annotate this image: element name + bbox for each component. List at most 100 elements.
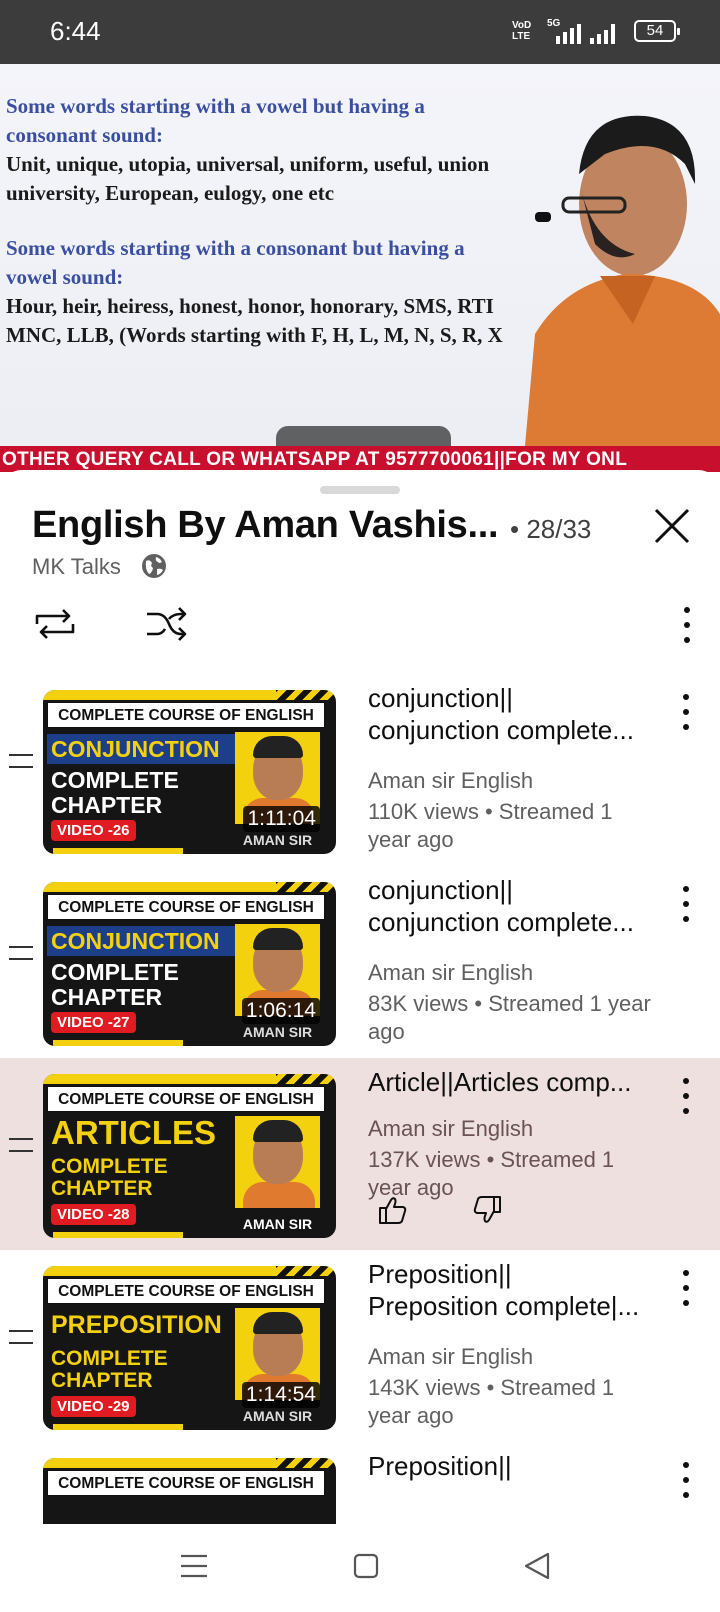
list-item[interactable]: COMPLETE COURSE OF ENGLISH CONJUNCTION C…: [0, 866, 720, 1058]
thumbnail-topic: CONJUNCTION: [47, 926, 237, 956]
video-thumbnail[interactable]: COMPLETE COURSE OF ENGLISH CONJUNCTION C…: [43, 690, 336, 854]
video-title-line: conjunction||: [368, 875, 514, 905]
video-channel: Aman sir English: [368, 1344, 534, 1369]
thumbnail-badge: VIDEO -27: [51, 1012, 136, 1033]
system-nav-bar: [0, 1524, 720, 1612]
video-thumbnail[interactable]: COMPLETE COURSE OF ENGLISH PREPOSITION C…: [43, 1266, 336, 1430]
list-item-current[interactable]: COMPLETE COURSE OF ENGLISH ARTICLES COMP…: [0, 1058, 720, 1250]
playlist-channel[interactable]: MK Talks: [32, 554, 121, 580]
video-meta: 110K views • Streamed 1 year ago: [368, 799, 613, 852]
video-title[interactable]: Preposition|| Preposition complete|...: [368, 1258, 660, 1322]
volte-indicator: VoD LTE: [512, 20, 531, 42]
video-title-line: conjunction complete...: [368, 907, 634, 937]
thumbnail-banner: COMPLETE COURSE OF ENGLISH: [47, 1086, 325, 1112]
playlist-title[interactable]: English By Aman Vashis...: [32, 504, 499, 547]
video-title[interactable]: conjunction|| conjunction complete...: [368, 682, 660, 746]
thumbnail-subtitle: COMPLETE CHAPTER: [51, 1347, 168, 1392]
thumbnail-banner: COMPLETE COURSE OF ENGLISH: [47, 702, 325, 728]
thumbnail-banner: COMPLETE COURSE OF ENGLISH: [47, 894, 325, 920]
video-channel: Aman sir English: [368, 960, 534, 985]
video-title-line: conjunction||: [368, 683, 514, 713]
volte-label: VoD: [512, 20, 532, 31]
list-item[interactable]: COMPLETE COURSE OF ENGLISH Preposition||: [0, 1442, 720, 1524]
thumbnail-badge: VIDEO -26: [51, 820, 136, 841]
signal-icon: [556, 22, 581, 44]
slide-text: Some words starting with a vowel but hav…: [6, 92, 489, 208]
video-meta: 83K views • Streamed 1 year ago: [368, 991, 651, 1044]
video-title-line: Preposition||: [368, 1451, 512, 1481]
lte-label: LTE: [512, 31, 531, 42]
thumbnail-badge: VIDEO -29: [51, 1396, 136, 1417]
video-title[interactable]: Article||Articles comp...: [368, 1066, 660, 1098]
video-player[interactable]: Some words starting with a vowel but hav…: [0, 64, 720, 446]
duration-badge: 1:11:04: [243, 806, 320, 832]
thumbnail-teacher-name: AMAN SIR: [242, 832, 313, 848]
slide-line: Hour, heir, heiress, honest, honor, hono…: [6, 294, 494, 318]
battery-icon: 54: [634, 20, 680, 42]
slide-line: consonant sound:: [6, 123, 163, 147]
slide-line: Some words starting with a vowel but hav…: [6, 94, 425, 118]
battery-level: 54: [646, 22, 664, 39]
thumbnail-subtitle: COMPLETE CHAPTER: [51, 1155, 168, 1200]
thumbnail-teacher-name: AMAN SIR: [242, 1216, 313, 1232]
more-vert-icon[interactable]: [676, 1268, 696, 1308]
slide-line: Some words starting with a consonant but…: [6, 236, 465, 260]
video-title[interactable]: Preposition||: [368, 1450, 660, 1482]
ticker-banner: OTHER QUERY CALL OR WHATSAPP AT 95777000…: [0, 446, 720, 472]
video-channel: Aman sir English: [368, 768, 534, 793]
video-meta: 137K views • Streamed 1 year ago: [368, 1147, 615, 1200]
duration-badge: 1:06:14: [241, 998, 320, 1024]
drag-handle[interactable]: [320, 486, 400, 494]
globe-icon: [142, 554, 166, 578]
slide-line: vowel sound:: [6, 265, 124, 289]
more-vert-icon[interactable]: [676, 692, 696, 732]
presenter-image: [525, 115, 720, 446]
video-title[interactable]: conjunction|| conjunction complete...: [368, 874, 660, 938]
video-thumbnail[interactable]: COMPLETE COURSE OF ENGLISH ARTICLES COMP…: [43, 1074, 336, 1238]
shuffle-icon[interactable]: [145, 602, 189, 646]
drag-handle-icon[interactable]: [9, 946, 33, 960]
thumbnail-topic: CONJUNCTION: [47, 734, 237, 764]
more-vert-icon[interactable]: [676, 1076, 696, 1116]
more-vert-icon[interactable]: [676, 884, 696, 924]
video-title-line: conjunction complete...: [368, 715, 634, 745]
video-title-line: Article||Articles comp...: [368, 1067, 632, 1097]
video-title-line: Preposition||: [368, 1259, 512, 1289]
video-title-line: Preposition complete|...: [368, 1291, 640, 1321]
more-vert-icon[interactable]: [676, 1460, 696, 1500]
thumbnail-topic: ARTICLES: [51, 1114, 216, 1151]
slide-line: Unit, unique, utopia, universal, uniform…: [6, 152, 490, 176]
thumbnail-banner: COMPLETE COURSE OF ENGLISH: [47, 1470, 325, 1496]
menu-icon[interactable]: [178, 1550, 210, 1582]
back-triangle-icon[interactable]: [522, 1550, 552, 1582]
status-time: 6:44: [50, 16, 101, 46]
video-thumbnail[interactable]: COMPLETE COURSE OF ENGLISH: [43, 1458, 336, 1524]
playlist-position: • 28/33: [510, 514, 592, 544]
video-controls-hint[interactable]: [276, 426, 451, 446]
signal-icon-2: [590, 22, 615, 44]
slide-line: university, European, eulogy, one etc: [6, 181, 335, 205]
video-meta: 143K views • Streamed 1 year ago: [368, 1375, 615, 1428]
drag-handle-icon[interactable]: [9, 1138, 33, 1152]
thumbnail-banner: COMPLETE COURSE OF ENGLISH: [47, 1278, 325, 1304]
status-bar: 6:44 VoD LTE 5G 54: [0, 0, 720, 64]
thumbs-down-icon[interactable]: [472, 1194, 504, 1226]
slide-text-2: Some words starting with a consonant but…: [6, 234, 503, 350]
video-channel: Aman sir English: [368, 1116, 534, 1141]
slide-line: MNC, LLB, (Words starting with F, H, L, …: [6, 323, 503, 347]
list-item[interactable]: COMPLETE COURSE OF ENGLISH CONJUNCTION C…: [0, 674, 720, 866]
video-thumbnail[interactable]: COMPLETE COURSE OF ENGLISH CONJUNCTION C…: [43, 882, 336, 1046]
close-icon[interactable]: [652, 506, 692, 546]
thumbnail-topic: PREPOSITION: [51, 1311, 222, 1339]
loop-icon[interactable]: [33, 602, 77, 646]
home-square-icon[interactable]: [352, 1552, 380, 1580]
thumbnail-teacher-name: AMAN SIR: [242, 1408, 313, 1424]
more-vert-icon[interactable]: [675, 604, 699, 646]
list-item[interactable]: COMPLETE COURSE OF ENGLISH PREPOSITION C…: [0, 1250, 720, 1442]
drag-handle-icon[interactable]: [9, 754, 33, 768]
thumbnail-subtitle: COMPLETE CHAPTER: [51, 767, 179, 818]
thumbnail-subtitle: COMPLETE CHAPTER: [51, 959, 179, 1010]
thumbs-up-icon[interactable]: [376, 1194, 408, 1226]
drag-handle-icon[interactable]: [9, 1330, 33, 1344]
thumbnail-teacher-name: AMAN SIR: [242, 1024, 313, 1040]
